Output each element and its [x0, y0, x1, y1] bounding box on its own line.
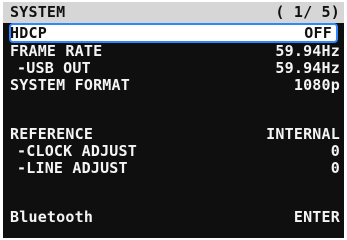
menu-item-value: ENTER: [293, 208, 340, 226]
menu-item-system-format[interactable]: SYSTEM FORMAT 1080p: [3, 77, 344, 94]
menu-item-value: 1080p: [293, 76, 340, 94]
menu-item-label: -USB OUT: [17, 59, 91, 77]
page-indicator: ( 1/ 5): [275, 3, 340, 21]
header-row: SYSTEM ( 1/ 5): [3, 4, 344, 21]
menu-item-label: -LINE ADJUST: [17, 159, 128, 177]
menu-item-value: OFF: [304, 24, 332, 42]
menu-item-frame-rate[interactable]: FRAME RATE 59.94Hz: [3, 43, 344, 60]
menu-item-bluetooth[interactable]: Bluetooth ENTER: [3, 209, 344, 226]
menu-item-label: HDCP: [10, 24, 47, 42]
menu-item-reference[interactable]: REFERENCE INTERNAL: [3, 126, 344, 143]
menu-item-value: 0: [330, 159, 340, 177]
menu-title: SYSTEM: [10, 3, 66, 21]
menu-item-usb-out[interactable]: -USB OUT 59.94Hz: [3, 60, 344, 77]
menu-header: SYSTEM ( 1/ 5): [3, 2, 344, 23]
menu-item-label: SYSTEM FORMAT: [10, 76, 130, 94]
menu-item-label: REFERENCE: [10, 125, 94, 143]
menu-item-hdcp[interactable]: HDCP OFF: [9, 23, 338, 43]
menu-item-label: -CLOCK ADJUST: [17, 142, 137, 160]
menu-item-value: 59.94Hz: [275, 59, 340, 77]
menu-item-clock-adjust[interactable]: -CLOCK ADJUST 0: [3, 143, 344, 160]
menu-item-value: INTERNAL: [266, 125, 340, 143]
menu-row-hdcp: HDCP OFF: [3, 25, 336, 42]
menu-item-line-adjust[interactable]: -LINE ADJUST 0: [3, 160, 344, 177]
menu-item-label: Bluetooth: [10, 208, 94, 226]
menu-item-value: 0: [330, 142, 340, 160]
menu-item-value: 59.94Hz: [275, 42, 340, 60]
menu-item-label: FRAME RATE: [10, 42, 103, 60]
system-menu-screen: SYSTEM ( 1/ 5) HDCP OFF FRAME RATE 59.94…: [3, 2, 344, 238]
